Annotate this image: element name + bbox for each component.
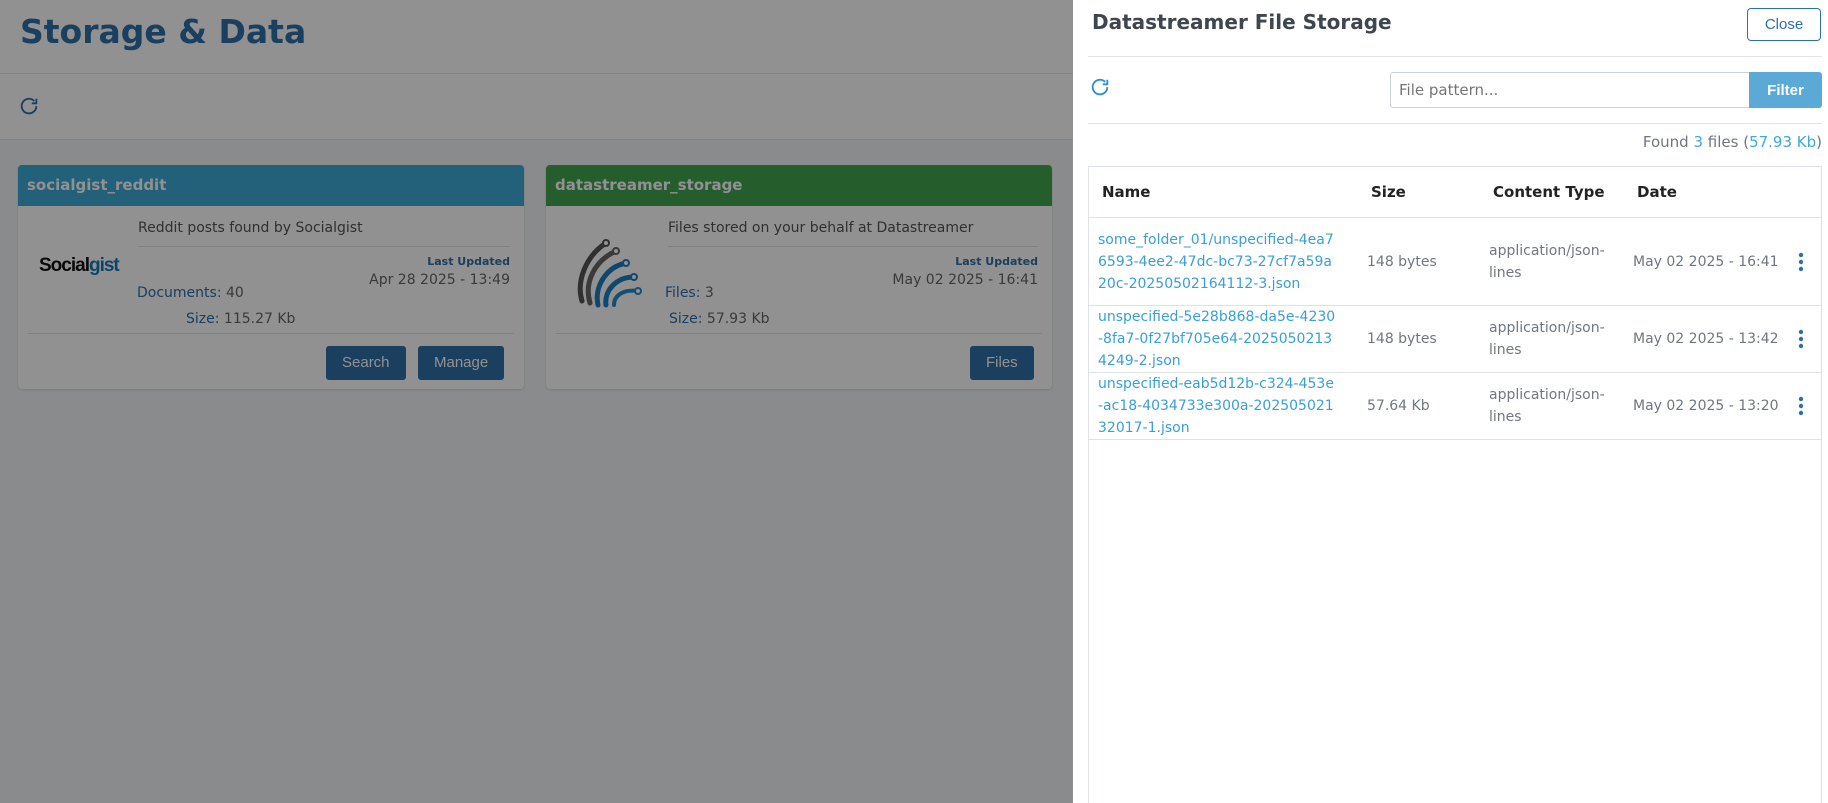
- close-button[interactable]: Close: [1747, 8, 1821, 41]
- file-name-link[interactable]: unspecified-eab5d12b-c324-453e-ac18-4034…: [1098, 373, 1338, 439]
- panel-divider: [1088, 56, 1822, 57]
- file-content-type: application/json-lines: [1480, 305, 1624, 373]
- table-row: some_folder_01/unspecified-4ea76593-4ee2…: [1089, 217, 1821, 306]
- panel-title: Datastreamer File Storage: [1092, 10, 1392, 34]
- table-row: unspecified-5e28b868-da5e-4230-8fa7-0f27…: [1089, 305, 1821, 373]
- file-content-type: application/json-lines: [1480, 372, 1624, 440]
- filter-button[interactable]: Filter: [1749, 72, 1822, 108]
- panel-divider: [1088, 123, 1822, 124]
- file-date: May 02 2025 - 13:42: [1624, 305, 1781, 373]
- kebab-menu-icon[interactable]: [1798, 329, 1804, 349]
- modal-backdrop[interactable]: [0, 0, 1073, 803]
- column-header-content-type[interactable]: Content Type: [1480, 167, 1624, 218]
- file-pattern-input[interactable]: [1390, 72, 1749, 108]
- column-header-actions: [1781, 167, 1821, 218]
- file-name-link[interactable]: unspecified-5e28b868-da5e-4230-8fa7-0f27…: [1098, 306, 1338, 372]
- table-row: unspecified-eab5d12b-c324-453e-ac18-4034…: [1089, 372, 1821, 440]
- kebab-menu-icon[interactable]: [1798, 396, 1804, 416]
- column-header-name[interactable]: Name: [1089, 167, 1358, 218]
- file-size: 57.64 Kb: [1358, 372, 1480, 440]
- table-header-row: Name Size Content Type Date: [1089, 167, 1821, 218]
- refresh-icon[interactable]: [1087, 75, 1113, 101]
- file-date: May 02 2025 - 16:41: [1624, 217, 1781, 306]
- files-table-container: Name Size Content Type Date some_folder_…: [1088, 166, 1822, 803]
- file-date: May 02 2025 - 13:20: [1624, 372, 1781, 440]
- file-size: 148 bytes: [1358, 217, 1480, 306]
- file-name-link[interactable]: some_folder_01/unspecified-4ea76593-4ee2…: [1098, 229, 1338, 295]
- column-header-date[interactable]: Date: [1624, 167, 1781, 218]
- found-summary: Found 3 files (57.93 Kb): [1642, 133, 1822, 151]
- kebab-menu-icon[interactable]: [1798, 252, 1804, 272]
- file-content-type: application/json-lines: [1480, 217, 1624, 306]
- file-size: 148 bytes: [1358, 305, 1480, 373]
- column-header-size[interactable]: Size: [1358, 167, 1480, 218]
- files-table: Name Size Content Type Date some_folder_…: [1089, 167, 1821, 440]
